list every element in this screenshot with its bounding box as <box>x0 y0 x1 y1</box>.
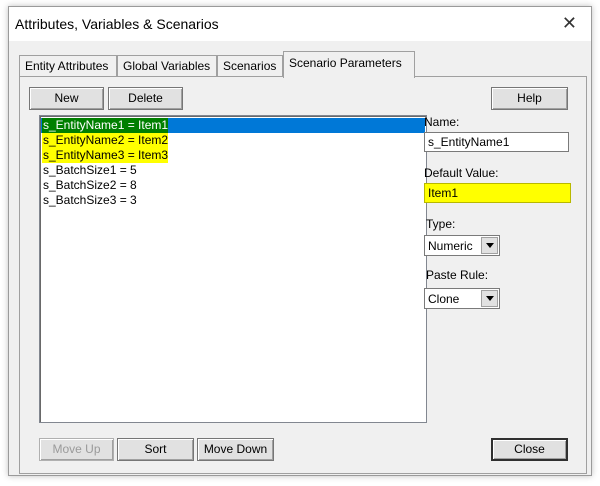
list-item[interactable]: s_EntityName2 = Item2 <box>42 133 169 148</box>
help-button[interactable]: Help <box>491 87 568 110</box>
paste-rule-select[interactable]: Clone <box>424 288 500 309</box>
list-item[interactable]: s_BatchSize2 = 8 <box>42 178 137 193</box>
paste-rule-select-value: Clone <box>428 292 460 306</box>
parameter-listbox[interactable]: s_EntityName1 = Item1 s_EntityName2 = It… <box>39 115 427 423</box>
list-item[interactable]: s_BatchSize1 = 5 <box>42 163 137 178</box>
scenario-parameters-panel: New Delete Help s_EntityName1 = Item1 s_… <box>19 76 587 474</box>
move-down-button[interactable]: Move Down <box>197 438 274 461</box>
paste-rule-label: Paste Rule: <box>426 268 489 282</box>
list-item[interactable]: s_EntityName3 = Item3 <box>42 148 169 163</box>
list-item[interactable]: s_EntityName1 = Item1 <box>42 118 169 133</box>
tab-scenario-parameters[interactable]: Scenario Parameters <box>283 51 415 78</box>
chevron-down-icon[interactable] <box>481 290 498 307</box>
tab-entity-attributes[interactable]: Entity Attributes <box>19 55 117 77</box>
type-select[interactable]: Numeric <box>424 235 500 256</box>
close-icon[interactable]: ✕ <box>562 13 577 33</box>
list-item[interactable]: s_BatchSize3 = 3 <box>42 193 137 208</box>
tab-scenarios[interactable]: Scenarios <box>217 55 283 77</box>
dialog-window: Attributes, Variables & Scenarios ✕ Enti… <box>8 6 592 476</box>
default-value-field[interactable]: Item1 <box>424 183 571 203</box>
title-bar: Attributes, Variables & Scenarios ✕ <box>9 7 591 41</box>
new-button[interactable]: New <box>29 87 104 110</box>
close-button[interactable]: Close <box>491 438 568 461</box>
tab-global-variables[interactable]: Global Variables <box>117 55 217 77</box>
name-label: Name: <box>424 115 460 129</box>
type-label: Type: <box>426 217 456 231</box>
chevron-down-icon[interactable] <box>481 237 498 254</box>
move-up-button[interactable]: Move Up <box>39 438 114 461</box>
sort-button[interactable]: Sort <box>117 438 194 461</box>
window-title: Attributes, Variables & Scenarios <box>15 16 219 32</box>
name-field[interactable]: s_EntityName1 <box>424 132 569 152</box>
default-value-label: Default Value: <box>424 166 499 180</box>
delete-button[interactable]: Delete <box>108 87 183 110</box>
type-select-value: Numeric <box>428 239 473 253</box>
